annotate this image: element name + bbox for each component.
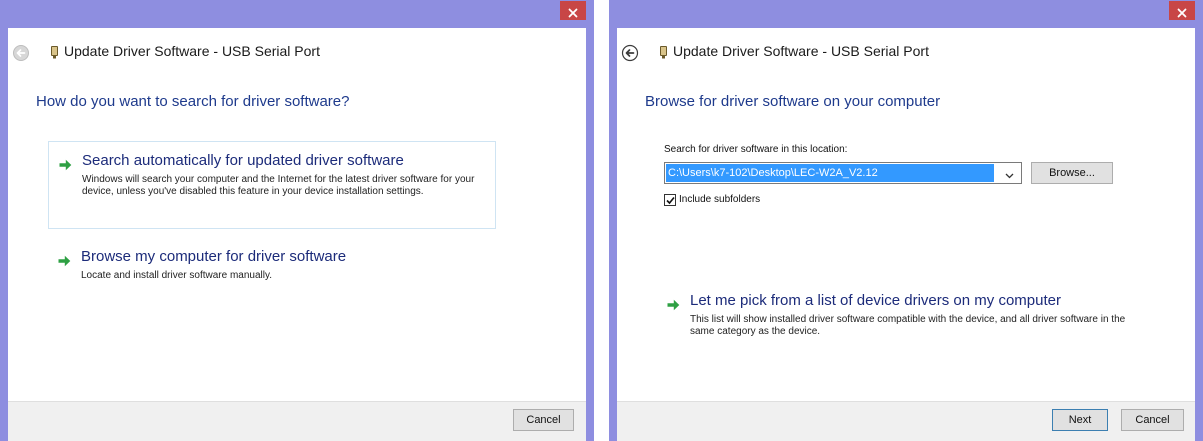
back-arrow-icon	[621, 44, 639, 62]
back-button[interactable]	[12, 44, 30, 62]
window-header: Update Driver Software - USB Serial Port	[617, 28, 1195, 78]
usb-device-icon	[51, 46, 58, 59]
window-header: Update Driver Software - USB Serial Port	[8, 28, 586, 78]
green-arrow-icon	[667, 299, 680, 311]
page-heading: How do you want to search for driver sof…	[36, 93, 350, 110]
close-icon	[568, 8, 578, 17]
window-title: Update Driver Software - USB Serial Port	[673, 43, 929, 59]
update-driver-window-browse: Update Driver Software - USB Serial Port…	[609, 0, 1203, 441]
window-title: Update Driver Software - USB Serial Port	[64, 43, 320, 59]
location-combobox[interactable]	[664, 162, 1022, 184]
window-footer: Next Cancel	[617, 401, 1195, 441]
update-driver-window-search: Update Driver Software - USB Serial Port…	[0, 0, 594, 441]
window-footer: Cancel	[8, 401, 586, 441]
close-icon	[1177, 8, 1187, 17]
browse-button[interactable]: Browse...	[1031, 162, 1113, 184]
page-heading: Browse for driver software on your compu…	[645, 93, 941, 110]
option-description: Windows will search your computer and th…	[82, 174, 475, 197]
cancel-button[interactable]: Cancel	[513, 409, 574, 431]
search-location-label: Search for driver software in this locat…	[664, 144, 848, 155]
search-automatically-option[interactable]: Search automatically for updated driver …	[48, 141, 496, 229]
green-arrow-icon	[58, 255, 71, 267]
include-subfolders-label: Include subfolders	[679, 194, 761, 205]
browse-computer-option[interactable]: Browse my computer for driver software L…	[48, 238, 496, 293]
option-description: Locate and install driver software manua…	[81, 270, 273, 281]
location-input[interactable]	[666, 164, 994, 182]
cancel-button[interactable]: Cancel	[1121, 409, 1184, 431]
back-button[interactable]	[621, 44, 639, 62]
include-subfolders-checkbox[interactable]	[664, 194, 676, 206]
back-arrow-icon	[13, 45, 29, 61]
window-client-area: Update Driver Software - USB Serial Port…	[617, 28, 1195, 441]
close-button[interactable]	[1169, 1, 1195, 20]
option-title: Let me pick from a list of device driver…	[690, 292, 1061, 309]
green-arrow-icon	[59, 159, 72, 171]
option-title: Search automatically for updated driver …	[82, 152, 404, 169]
window-client-area: Update Driver Software - USB Serial Port…	[8, 28, 586, 441]
usb-device-icon	[660, 46, 667, 59]
chevron-down-icon	[1005, 173, 1013, 178]
pick-from-list-option[interactable]: Let me pick from a list of device driver…	[657, 282, 1137, 342]
checkmark-icon	[666, 196, 675, 205]
window-titlebar[interactable]	[609, 0, 1203, 28]
option-title: Browse my computer for driver software	[81, 248, 347, 265]
option-description: This list will show installed driver sof…	[690, 314, 1126, 337]
next-button[interactable]: Next	[1052, 409, 1108, 431]
location-dropdown-button[interactable]	[998, 164, 1020, 182]
close-button[interactable]	[560, 1, 586, 20]
window-titlebar[interactable]	[0, 0, 594, 28]
